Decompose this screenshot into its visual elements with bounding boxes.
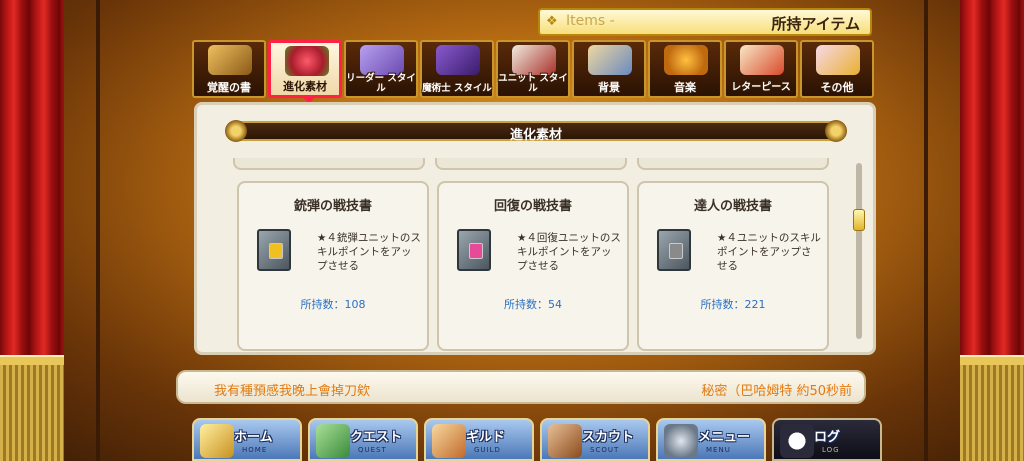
chat-meta: 秘密（巴哈姆特 約50秒前 bbox=[701, 384, 852, 399]
bottom-navigation: ホーム HOME クエスト QUEST ギルド GUILD スカウト SCOUT… bbox=[192, 418, 882, 461]
item-count: 所持数：221 bbox=[639, 296, 827, 312]
count-value: 54 bbox=[548, 298, 562, 311]
skill-book-icon bbox=[457, 229, 491, 271]
count-value: 221 bbox=[744, 298, 766, 311]
item-card[interactable]: 回復の戦技書 ★４回復ユニットのスキルポイントをアップさせる 所持数：54 bbox=[437, 181, 629, 351]
nav-sublabel: SCOUT bbox=[590, 446, 620, 454]
home-tent-icon bbox=[200, 424, 234, 458]
count-label: 所持数： bbox=[504, 298, 548, 311]
page-title: 所持アイテム bbox=[771, 15, 860, 33]
quest-map-icon bbox=[316, 424, 350, 458]
tab-music[interactable]: 音楽 bbox=[648, 40, 722, 98]
tab-label: その他 bbox=[820, 81, 854, 94]
gem-icon bbox=[269, 243, 283, 259]
tab-kakusei-book[interactable]: 覚醒の書 bbox=[192, 40, 266, 98]
nav-label: スカウト bbox=[582, 430, 635, 445]
tab-label: レターピース bbox=[731, 82, 791, 93]
tab-label: 音楽 bbox=[674, 81, 696, 94]
flower-icon bbox=[285, 46, 329, 76]
right-curtain bbox=[960, 0, 1024, 461]
item-count: 所持数：108 bbox=[239, 296, 427, 312]
gift-box-icon bbox=[512, 45, 556, 75]
tab-label: 背景 bbox=[598, 81, 620, 94]
gem-icon bbox=[469, 243, 483, 259]
guild-castle-icon bbox=[432, 424, 466, 458]
header-english-title: Items - bbox=[566, 13, 615, 29]
chat-log-icon bbox=[780, 424, 814, 458]
previous-row-card[interactable] bbox=[435, 158, 627, 170]
page-header: ❖ Items - 所持アイテム bbox=[538, 8, 872, 36]
letter-icon bbox=[740, 45, 784, 75]
nav-sublabel: HOME bbox=[242, 446, 268, 454]
tab-background[interactable]: 背景 bbox=[572, 40, 646, 98]
ornament-right-icon bbox=[825, 120, 847, 142]
item-description: ★４回復ユニットのスキルポイントをアップさせる bbox=[517, 232, 621, 272]
misc-items-icon bbox=[816, 45, 860, 75]
header-ornament-icon: ❖ bbox=[546, 14, 558, 29]
nav-scout-button[interactable]: スカウト SCOUT bbox=[540, 418, 650, 461]
tab-leader-style[interactable]: リーダー スタイル bbox=[344, 40, 418, 98]
nav-label: ギルド bbox=[466, 430, 506, 445]
game-screen: ❖ Items - 所持アイテム 覚醒の書 進化素材 リーダー スタイル 魔術士… bbox=[0, 0, 1024, 461]
item-count: 所持数：54 bbox=[439, 296, 627, 312]
item-name: 回復の戦技書 bbox=[493, 199, 572, 214]
tab-mage-style[interactable]: 魔術士 スタイル bbox=[420, 40, 494, 98]
scrollbar-thumb[interactable] bbox=[853, 209, 865, 231]
book-icon bbox=[208, 45, 252, 75]
picture-icon bbox=[588, 45, 632, 75]
gem-icon bbox=[669, 243, 683, 259]
chat-ticker[interactable]: 我有種預感我晚上會掉刀欸 秘密（巴哈姆特 約50秒前 bbox=[176, 370, 866, 404]
tab-letter-piece[interactable]: レターピース bbox=[724, 40, 798, 98]
item-panel: 進化素材 銃弾の戦技書 ★４銃弾ユニットのスキルポイントをアップさせる 所持数：… bbox=[194, 102, 876, 355]
previous-row-card[interactable] bbox=[637, 158, 829, 170]
nav-label: クエスト bbox=[350, 430, 403, 445]
card-swap-icon bbox=[360, 45, 404, 75]
nav-menu-button[interactable]: メニュー MENU bbox=[656, 418, 766, 461]
tab-label: 魔術士 スタイル bbox=[422, 83, 492, 94]
section-title: 進化素材 bbox=[509, 128, 562, 143]
nav-sublabel: QUEST bbox=[358, 446, 387, 454]
item-description: ★４銃弾ユニットのスキルポイントをアップさせる bbox=[317, 232, 421, 272]
chat-message: 我有種預感我晚上會掉刀欸 bbox=[214, 384, 371, 399]
skill-book-icon bbox=[257, 229, 291, 271]
tab-evolution-materials[interactable]: 進化素材 bbox=[268, 40, 342, 104]
tab-other[interactable]: その他 bbox=[800, 40, 874, 98]
nav-label: メニュー bbox=[698, 430, 751, 445]
nav-quest-button[interactable]: クエスト QUEST bbox=[308, 418, 418, 461]
nav-label: ログ bbox=[814, 430, 841, 445]
nav-label: ホーム bbox=[234, 430, 273, 445]
tab-unit-style[interactable]: ユニット スタイル bbox=[496, 40, 570, 98]
previous-row-card[interactable] bbox=[233, 158, 425, 170]
tab-label: 覚醒の書 bbox=[207, 81, 251, 94]
scrollbar-track[interactable] bbox=[856, 163, 862, 339]
section-header: 進化素材 bbox=[225, 120, 847, 143]
item-name: 銃弾の戦技書 bbox=[293, 199, 372, 214]
count-label: 所持数： bbox=[700, 298, 745, 311]
item-name: 達人の戦技書 bbox=[693, 199, 772, 214]
scout-book-icon bbox=[548, 424, 582, 458]
tab-label: 進化素材 bbox=[283, 80, 327, 93]
nav-guild-button[interactable]: ギルド GUILD bbox=[424, 418, 534, 461]
item-description: ★４ユニットのスキルポイントをアップさせる bbox=[717, 232, 821, 272]
nav-sublabel: LOG bbox=[822, 446, 840, 454]
nav-home-button[interactable]: ホーム HOME bbox=[192, 418, 302, 461]
left-curtain bbox=[0, 0, 64, 461]
nav-log-button[interactable]: ログ LOG bbox=[772, 418, 882, 461]
count-label: 所持数： bbox=[300, 298, 345, 311]
menu-gear-icon bbox=[664, 424, 698, 458]
mage-hat-icon bbox=[436, 45, 480, 75]
item-card[interactable]: 達人の戦技書 ★４ユニットのスキルポイントをアップさせる 所持数：221 bbox=[637, 181, 829, 351]
tab-label: リーダー スタイル bbox=[346, 73, 416, 94]
category-tabs: 覚醒の書 進化素材 リーダー スタイル 魔術士 スタイル ユニット スタイル 背… bbox=[192, 40, 876, 104]
nav-sublabel: GUILD bbox=[474, 446, 501, 454]
item-card[interactable]: 銃弾の戦技書 ★４銃弾ユニットのスキルポイントをアップさせる 所持数：108 bbox=[237, 181, 429, 351]
skill-book-icon bbox=[657, 229, 691, 271]
tab-label: ユニット スタイル bbox=[498, 73, 568, 94]
music-note-icon bbox=[664, 45, 708, 75]
count-value: 108 bbox=[344, 298, 366, 311]
nav-sublabel: MENU bbox=[706, 446, 731, 454]
